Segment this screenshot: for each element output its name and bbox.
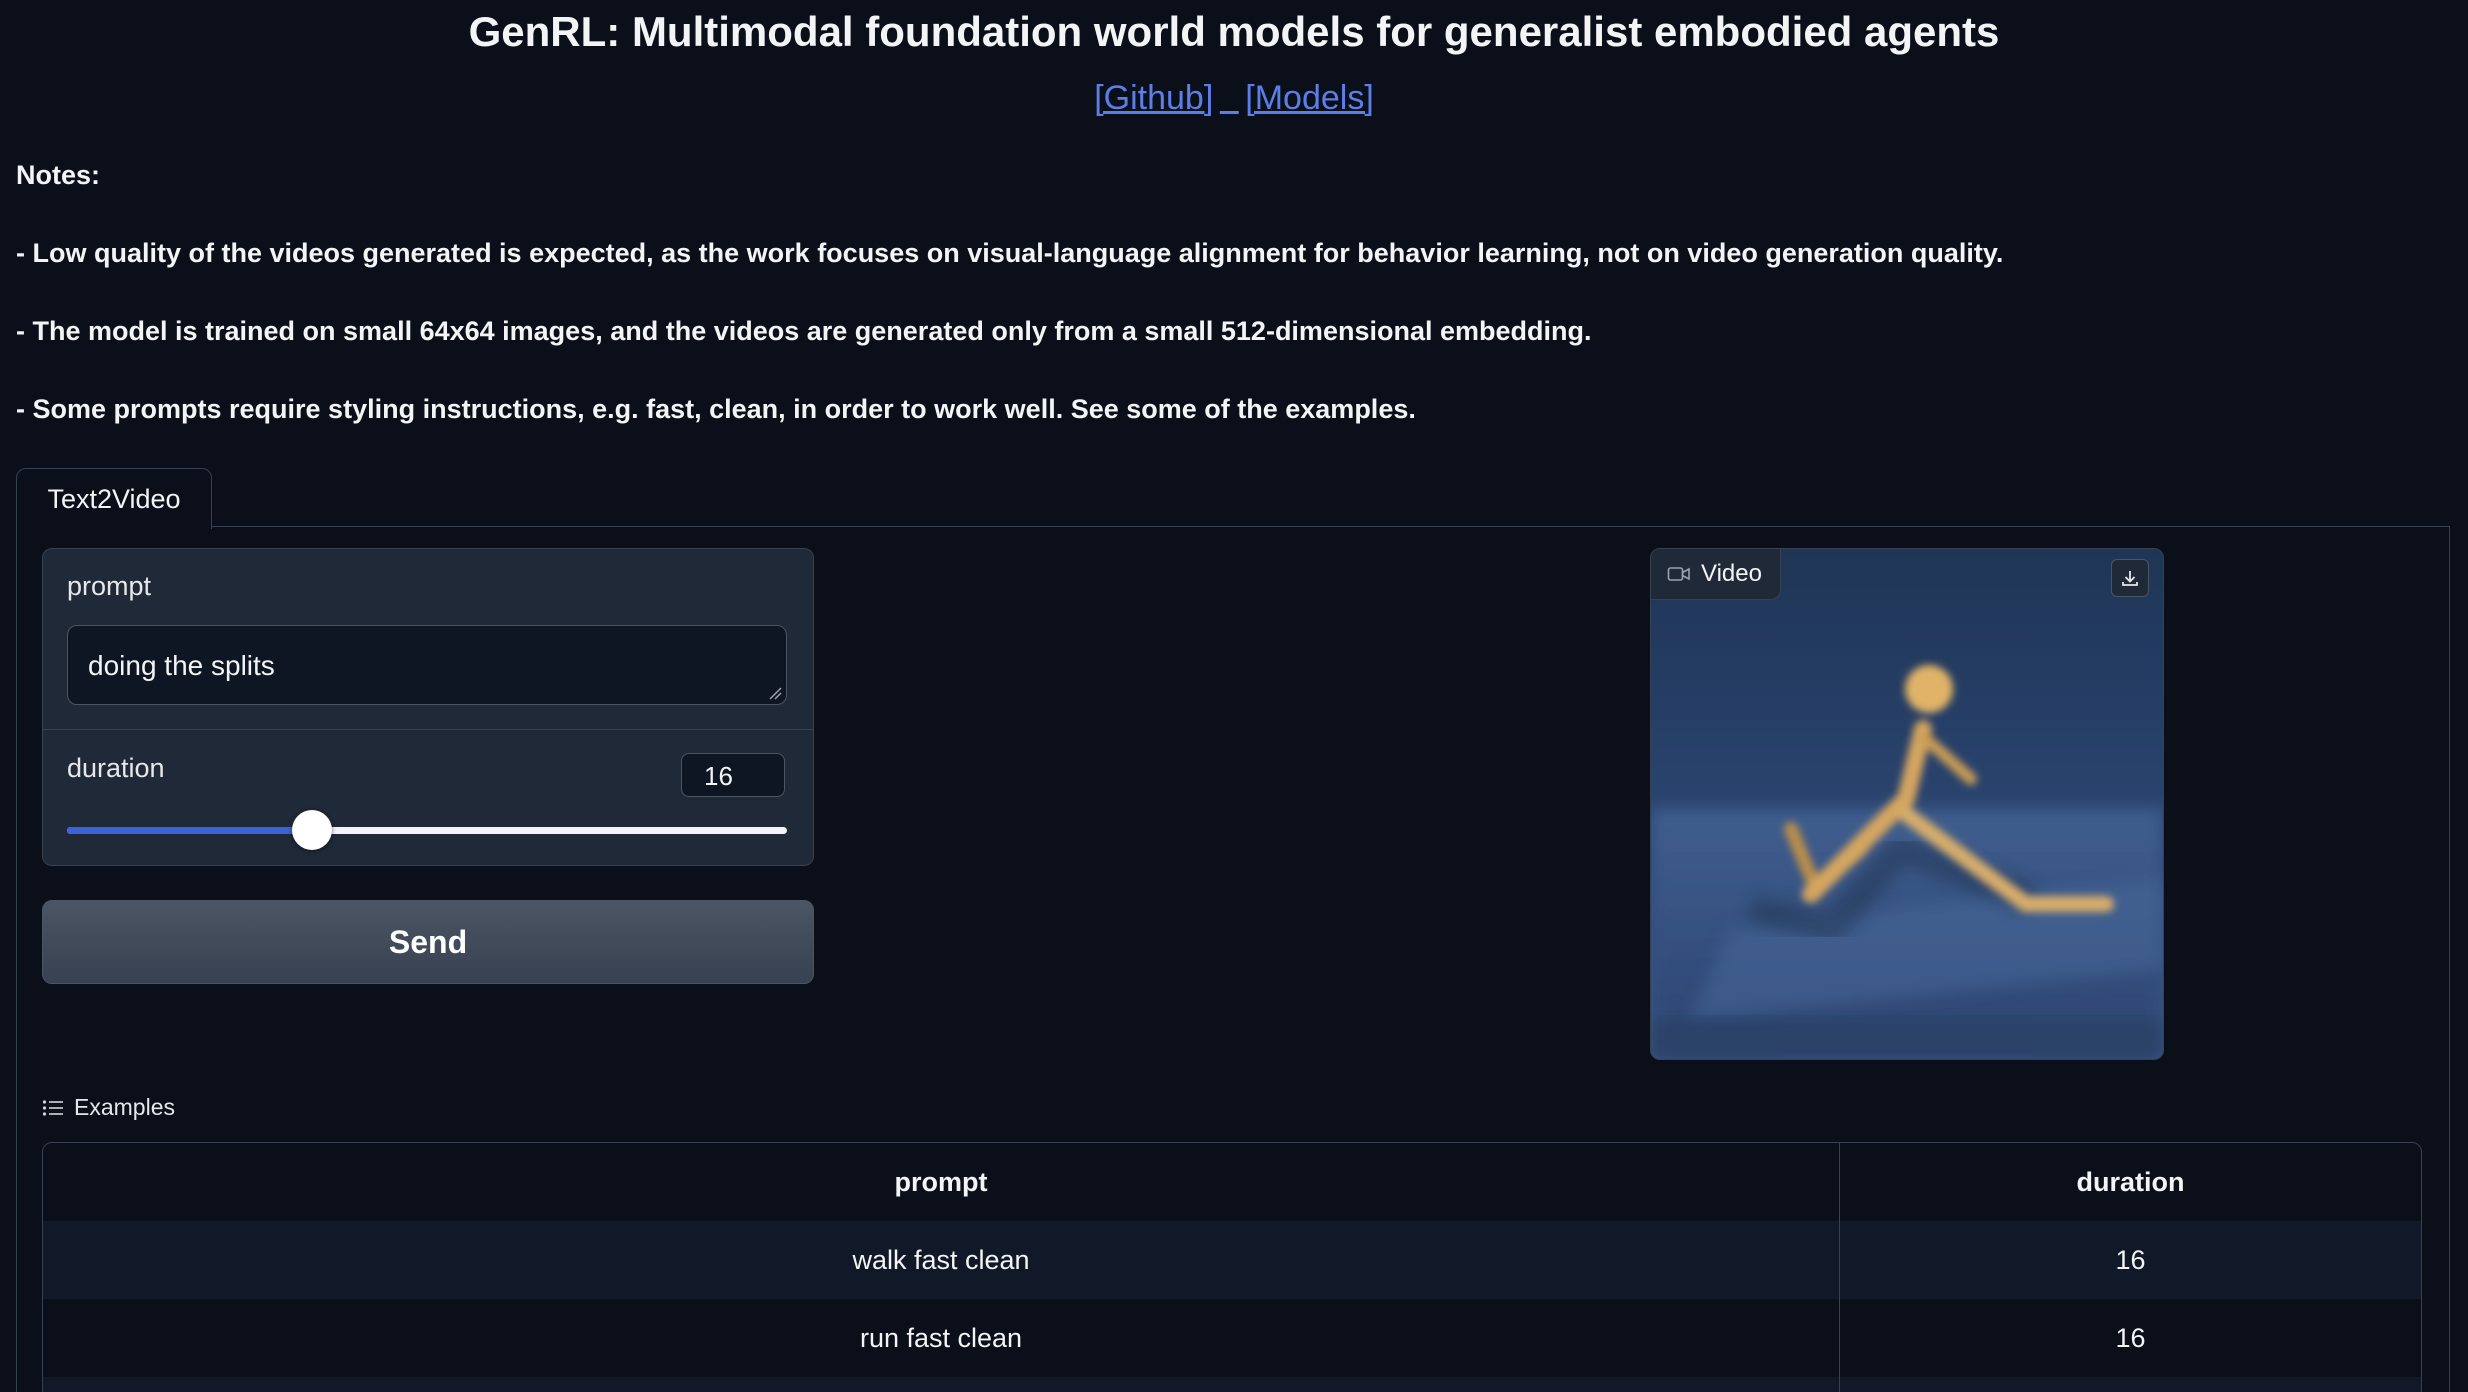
cell-prompt[interactable]: walk fast clean xyxy=(43,1221,1840,1299)
download-button[interactable] xyxy=(2111,559,2149,597)
duration-slider-thumb[interactable] xyxy=(291,810,332,850)
cell-duration[interactable] xyxy=(1839,1377,2421,1392)
link-separator xyxy=(1213,74,1245,122)
cell-duration[interactable]: 16 xyxy=(1839,1221,2421,1299)
notes-heading: Notes: xyxy=(16,160,101,190)
prompt-input[interactable]: doing the splits xyxy=(67,625,787,705)
duration-slider[interactable] xyxy=(67,810,787,850)
table-row[interactable]: run fast clean 16 xyxy=(43,1299,2421,1377)
table-row[interactable]: walk fast clean 16 xyxy=(43,1221,2421,1299)
models-link[interactable]: [Models] xyxy=(1245,79,1374,117)
duration-label: duration xyxy=(67,753,165,783)
cell-duration[interactable]: 16 xyxy=(1839,1299,2421,1377)
divider xyxy=(43,729,813,730)
duration-slider-fill xyxy=(67,827,312,834)
note-item: - The model is trained on small 64x64 im… xyxy=(16,316,1592,346)
note-item: - Low quality of the videos generated is… xyxy=(16,238,2004,268)
table-header-row: prompt duration xyxy=(43,1143,2421,1221)
download-icon xyxy=(2122,571,2138,586)
video-label: Video xyxy=(1651,549,1781,600)
tab-text2video[interactable]: Text2Video xyxy=(16,468,212,529)
table-row[interactable] xyxy=(43,1377,2421,1392)
note-item: - Some prompts require styling instructi… xyxy=(16,394,1416,424)
video-frame xyxy=(1651,549,2163,1059)
prompt-label: prompt xyxy=(67,571,152,601)
column-header-duration: duration xyxy=(2076,1166,2185,1197)
examples-header[interactable]: Examples xyxy=(42,1094,175,1121)
video-label-text: Video xyxy=(1701,560,1762,587)
header-links: [Github] [Models] xyxy=(0,74,2468,122)
cell-prompt[interactable]: run fast clean xyxy=(43,1299,1840,1377)
prompt-input-value: doing the splits xyxy=(88,650,275,681)
video-camera-icon xyxy=(1667,567,1690,581)
examples-label: Examples xyxy=(74,1094,175,1120)
column-header-prompt: prompt xyxy=(43,1143,1840,1221)
app-page: GenRL: Multimodal foundation world model… xyxy=(0,0,2468,1392)
input-block: prompt doing the splits duration 16 xyxy=(42,548,814,866)
cell-prompt[interactable] xyxy=(43,1377,1840,1392)
list-icon xyxy=(42,1099,63,1116)
video-output[interactable]: Video xyxy=(1650,548,2164,1060)
examples-table: prompt duration walk fast clean 16 run f… xyxy=(42,1142,2422,1392)
github-link[interactable]: [Github] xyxy=(1094,79,1213,117)
page-title: GenRL: Multimodal foundation world model… xyxy=(468,8,2000,55)
resize-handle-icon[interactable] xyxy=(768,686,782,700)
duration-number-input[interactable]: 16 xyxy=(681,753,785,797)
send-button[interactable]: Send xyxy=(42,900,814,984)
